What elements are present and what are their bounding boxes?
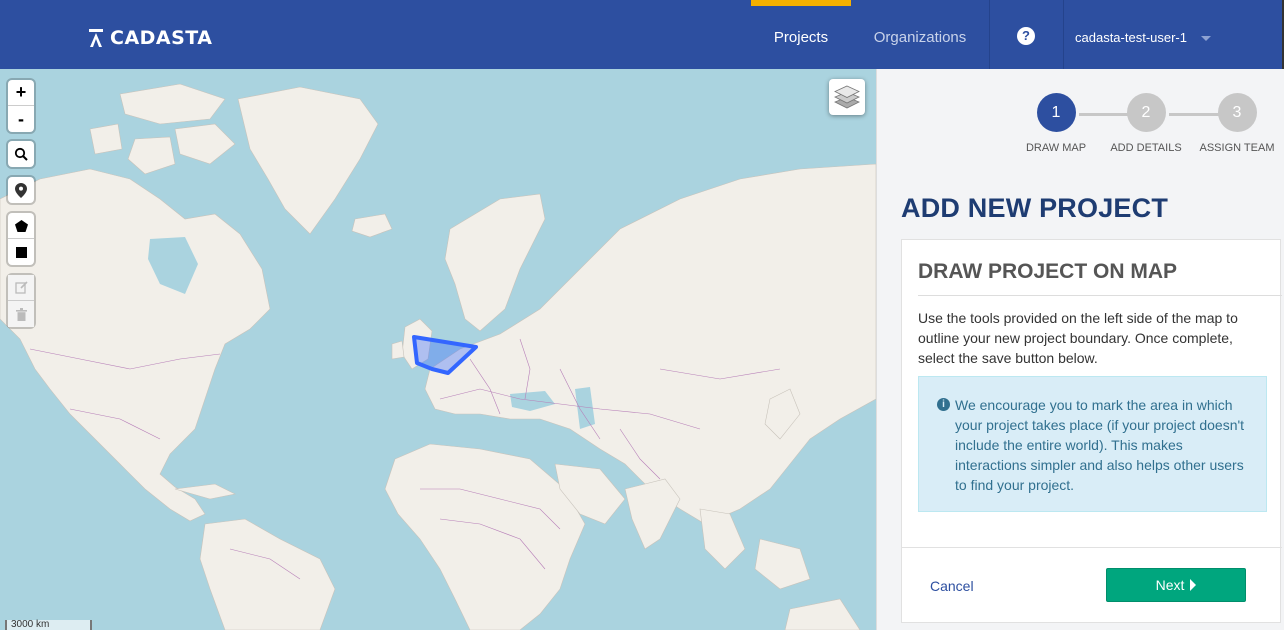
- brand-name: CADASTA: [110, 27, 213, 49]
- draw-polygon-button[interactable]: [8, 213, 34, 239]
- layers-button[interactable]: [829, 79, 865, 115]
- map-marker-icon: [15, 182, 27, 198]
- step-number: 3: [1217, 93, 1257, 132]
- next-button-label: Next: [1155, 577, 1185, 593]
- divider: [902, 547, 1282, 548]
- info-circle-icon: i: [937, 398, 950, 411]
- edit-toolbar: [8, 275, 34, 327]
- info-alert: i We encourage you to mark the area in w…: [918, 376, 1267, 512]
- locate-control: [8, 177, 34, 203]
- step-number: 1: [1036, 93, 1076, 132]
- draw-map-card: DRAW PROJECT ON MAP Use the tools provid…: [901, 239, 1282, 623]
- step-assign-team: 3 ASSIGN TEAM: [1192, 93, 1282, 154]
- top-navbar: CADASTA Projects Organizations ? cadasta…: [0, 0, 1284, 69]
- chevron-down-icon: [1201, 36, 1211, 41]
- draw-toolbar: [8, 213, 34, 265]
- trash-icon: [15, 307, 27, 321]
- polygon-icon: [14, 219, 28, 232]
- search-icon: [14, 147, 28, 161]
- locate-button[interactable]: [8, 177, 34, 203]
- edit-icon: [14, 281, 28, 294]
- edit-layers-button[interactable]: [8, 275, 34, 301]
- user-menu[interactable]: cadasta-test-user-1: [1075, 0, 1211, 69]
- cadasta-logo[interactable]: CADASTA: [88, 26, 213, 50]
- zoom-control: + -: [8, 80, 34, 132]
- draw-rectangle-button[interactable]: [8, 239, 34, 265]
- step-add-details: 2 ADD DETAILS: [1101, 93, 1191, 154]
- instructions-text: Use the tools provided on the left side …: [918, 310, 1238, 366]
- zoom-out-button[interactable]: -: [8, 106, 34, 132]
- divider: [918, 295, 1282, 296]
- user-name: cadasta-test-user-1: [1075, 30, 1187, 45]
- zoom-in-button[interactable]: +: [8, 80, 34, 106]
- cancel-link[interactable]: Cancel: [930, 578, 974, 594]
- nav-divider: [989, 0, 990, 69]
- step-label: ASSIGN TEAM: [1199, 142, 1275, 154]
- search-control: [8, 141, 34, 167]
- nav-organizations[interactable]: Organizations: [860, 0, 980, 69]
- step-draw-map: 1 DRAW MAP: [1011, 93, 1101, 154]
- caret-right-icon: [1190, 579, 1197, 591]
- question-circle-icon[interactable]: ?: [1017, 27, 1035, 45]
- layers-icon: [834, 85, 860, 109]
- delete-layers-button[interactable]: [8, 301, 34, 327]
- cadasta-logo-icon: [89, 29, 103, 47]
- map-scale: 3000 km: [5, 620, 92, 630]
- next-button[interactable]: Next: [1106, 568, 1246, 602]
- card-title: DRAW PROJECT ON MAP: [918, 260, 1178, 283]
- step-number: 2: [1126, 93, 1166, 132]
- step-label: ADD DETAILS: [1110, 142, 1182, 154]
- page-title: ADD NEW PROJECT: [901, 193, 1169, 223]
- nav-divider: [1063, 0, 1064, 69]
- info-alert-text: We encourage you to mark the area in whi…: [955, 397, 1245, 493]
- geocoder-search-button[interactable]: [8, 141, 34, 167]
- rectangle-icon: [15, 246, 27, 258]
- project-map[interactable]: + - 3000 km: [0, 69, 876, 630]
- world-basemap[interactable]: [0, 69, 876, 630]
- project-wizard-panel: 1 DRAW MAP 2 ADD DETAILS 3 ASSIGN TEAM A…: [876, 69, 1284, 630]
- nav-projects[interactable]: Projects: [751, 0, 851, 69]
- step-label: DRAW MAP: [1025, 142, 1087, 154]
